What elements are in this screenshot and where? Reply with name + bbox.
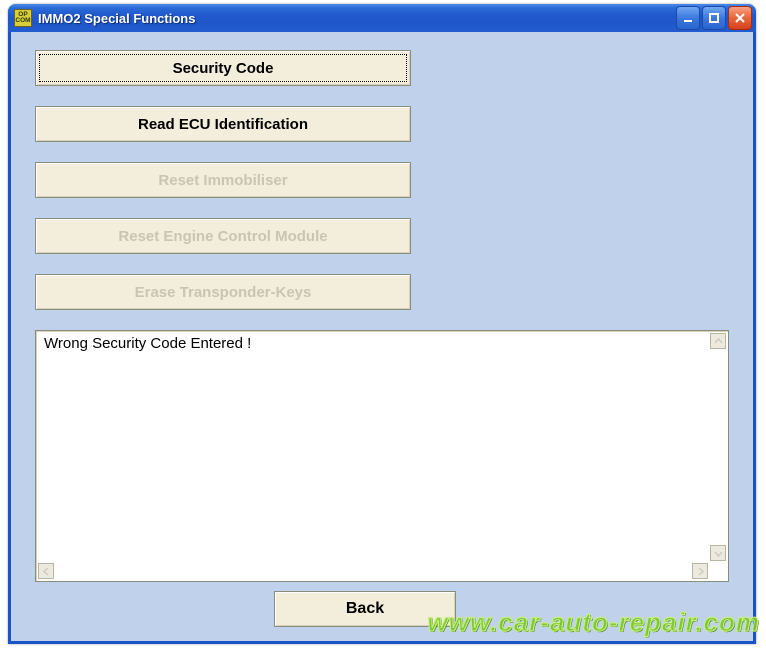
scroll-down-button[interactable] <box>710 545 726 561</box>
reset-ecm-label: Reset Engine Control Module <box>118 228 327 245</box>
security-code-label: Security Code <box>173 60 274 77</box>
erase-keys-label: Erase Transponder-Keys <box>135 284 312 301</box>
scroll-right-button[interactable] <box>692 563 708 579</box>
minimize-button[interactable] <box>676 6 700 30</box>
reset-engine-control-module-button: Reset Engine Control Module <box>35 218 411 254</box>
chevron-down-icon <box>714 549 723 558</box>
vertical-scroll-track[interactable] <box>710 349 726 545</box>
back-button[interactable]: Back <box>274 591 456 627</box>
minimize-icon <box>682 12 694 24</box>
maximize-icon <box>708 12 720 24</box>
maximize-button[interactable] <box>702 6 726 30</box>
chevron-up-icon <box>714 337 723 346</box>
titlebar: OP COM IMMO2 Special Functions <box>8 4 756 32</box>
app-window: OP COM IMMO2 Special Functions Se <box>8 4 756 644</box>
horizontal-scroll-track[interactable] <box>54 563 692 579</box>
close-icon <box>734 12 746 24</box>
security-code-button[interactable]: Security Code <box>35 50 411 86</box>
reset-immobiliser-label: Reset Immobiliser <box>158 172 287 189</box>
scroll-up-button[interactable] <box>710 333 726 349</box>
close-button[interactable] <box>728 6 752 30</box>
message-text: Wrong Security Code Entered ! <box>38 333 708 561</box>
back-label: Back <box>346 600 384 618</box>
app-icon: OP COM <box>14 9 32 27</box>
message-panel: Wrong Security Code Entered ! <box>35 330 729 582</box>
read-ecu-label: Read ECU Identification <box>138 116 308 133</box>
vertical-scrollbar[interactable] <box>710 333 726 561</box>
window-title: IMMO2 Special Functions <box>38 11 195 26</box>
chevron-left-icon <box>42 567 51 576</box>
erase-transponder-keys-button: Erase Transponder-Keys <box>35 274 411 310</box>
read-ecu-identification-button[interactable]: Read ECU Identification <box>35 106 411 142</box>
client-area: Security Code Read ECU Identification Re… <box>11 32 753 641</box>
window-controls <box>676 6 752 30</box>
scroll-left-button[interactable] <box>38 563 54 579</box>
reset-immobiliser-button: Reset Immobiliser <box>35 162 411 198</box>
horizontal-scrollbar[interactable] <box>38 563 708 579</box>
chevron-right-icon <box>696 567 705 576</box>
scrollbar-corner <box>710 563 726 579</box>
